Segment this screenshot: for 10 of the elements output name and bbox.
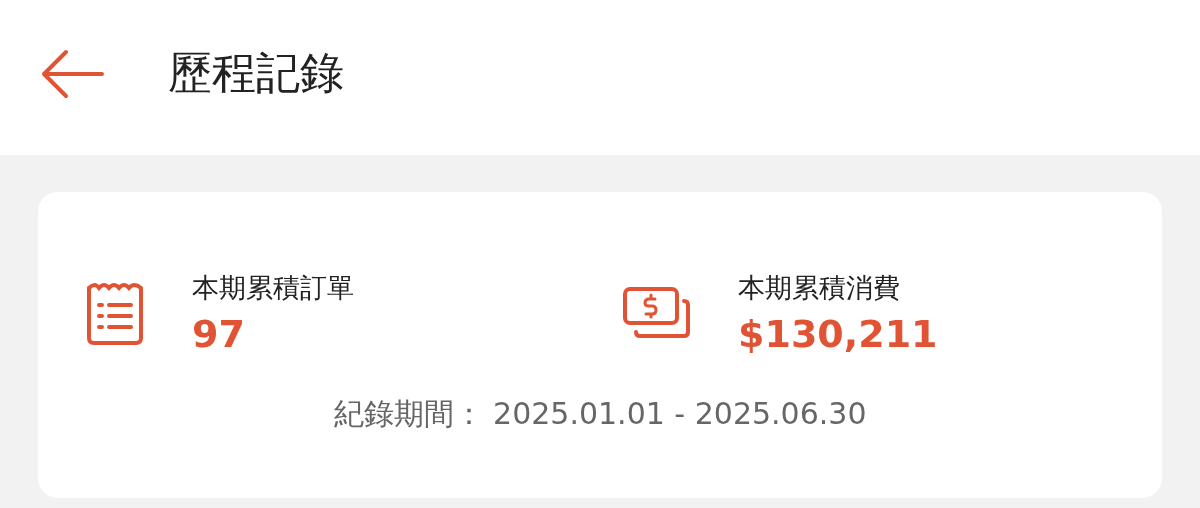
stat-value: $130,211	[738, 312, 938, 356]
stat-label: 本期累積訂單	[192, 271, 354, 305]
banknotes-icon	[622, 286, 692, 340]
record-period: 紀錄期間： 2025.01.01 - 2025.06.30	[332, 395, 868, 433]
page-title: 歷程記錄	[168, 46, 344, 100]
back-arrow-icon	[40, 48, 106, 99]
receipt-icon	[84, 280, 146, 346]
back-button[interactable]	[40, 48, 106, 99]
stat-label: 本期累積消費	[738, 271, 901, 305]
stat-value: 97	[192, 312, 246, 356]
